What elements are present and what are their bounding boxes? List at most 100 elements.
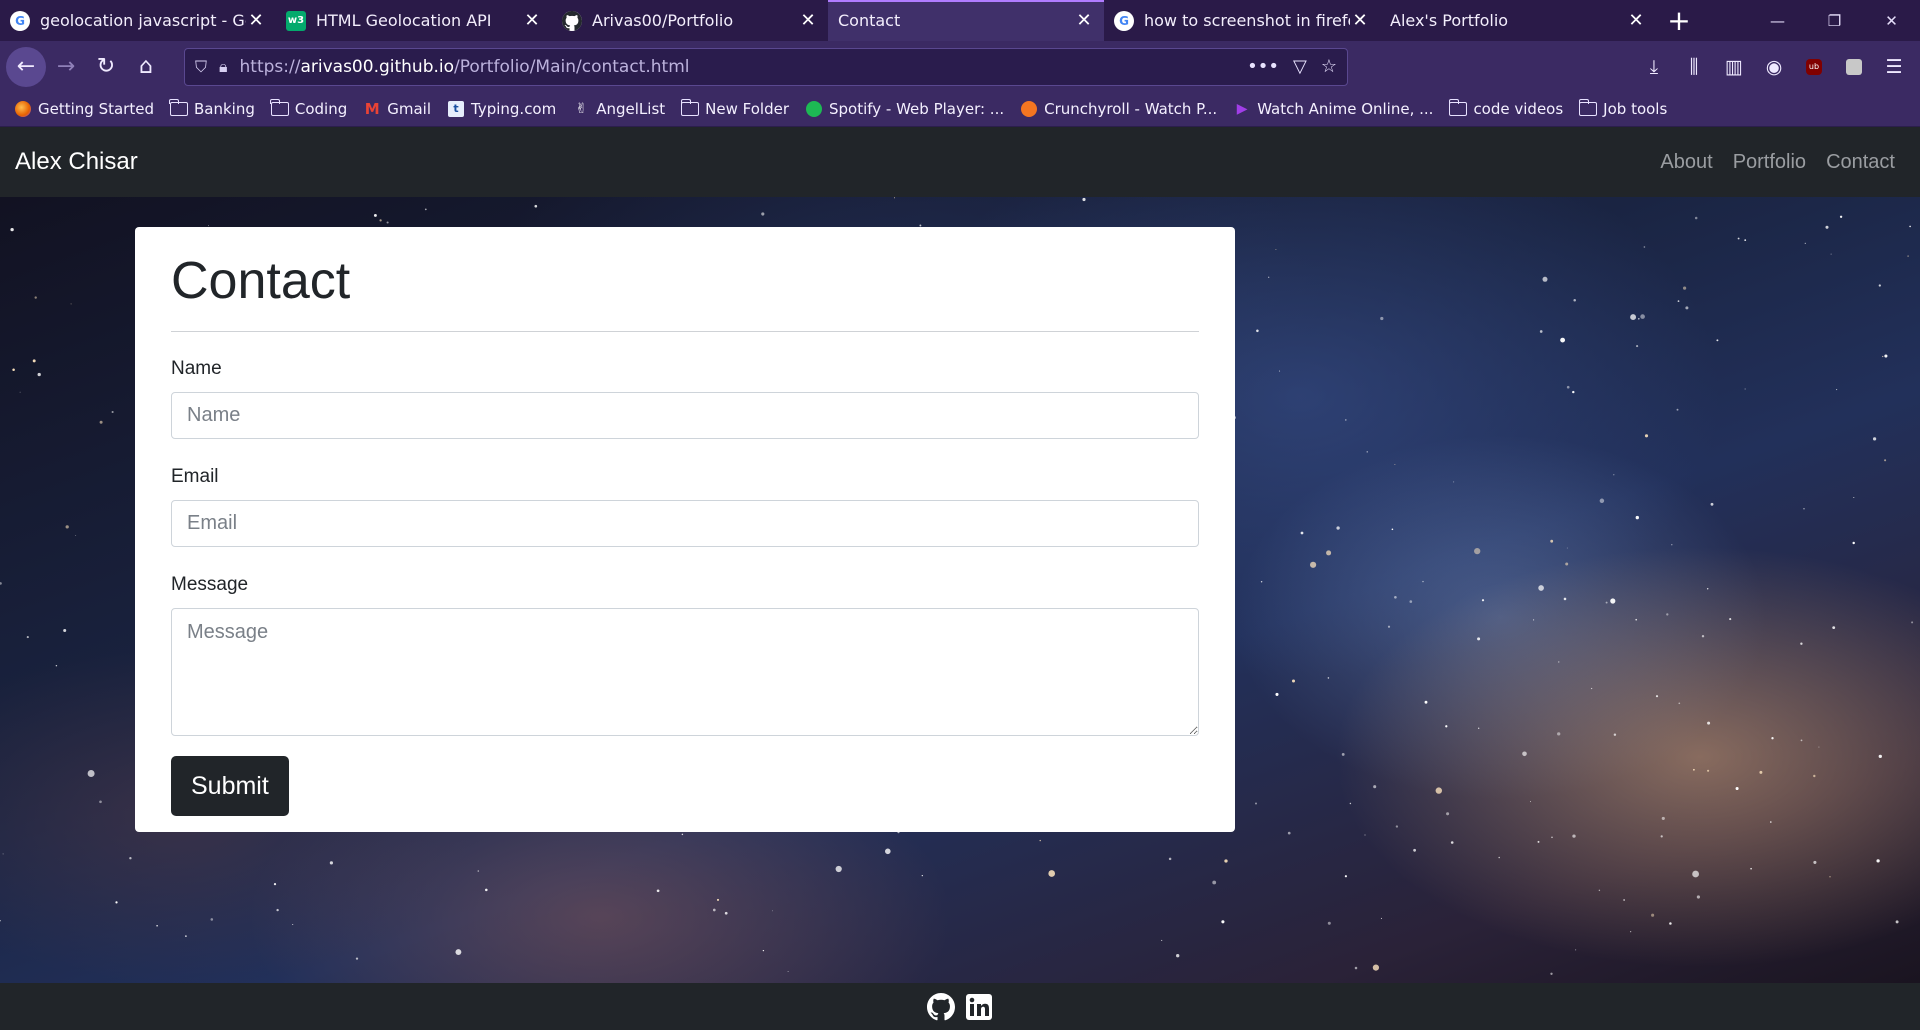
downloads-icon[interactable]: ⤓: [1634, 47, 1674, 87]
bookmark-getting-started[interactable]: Getting Started: [14, 100, 154, 118]
browser-tab-3-active[interactable]: Contact ✕: [828, 0, 1104, 41]
bookmark-spotify[interactable]: Spotify - Web Player: ...: [805, 100, 1004, 118]
menu-icon[interactable]: ☰: [1874, 47, 1914, 87]
star: [1341, 752, 1345, 756]
lock-icon[interactable]: 🔒︎: [219, 57, 228, 77]
browser-tab-2[interactable]: Arivas00/Portfolio ✕: [552, 0, 828, 41]
star: [1560, 337, 1566, 343]
browser-tab-1[interactable]: w3 HTML Geolocation API ✕: [276, 0, 552, 41]
url-scheme: https://: [239, 56, 301, 77]
browser-tab-0[interactable]: G geolocation javascript - Google Search…: [0, 0, 276, 41]
angellist-icon: ✌: [575, 101, 588, 117]
url-domain: arivas00.github.io: [300, 56, 455, 77]
nav-link-portfolio[interactable]: Portfolio: [1733, 151, 1806, 174]
star: [1394, 595, 1397, 599]
star: [1692, 870, 1700, 878]
close-icon[interactable]: ✕: [246, 10, 266, 31]
linkedin-icon[interactable]: [964, 992, 994, 1022]
star: [1683, 286, 1687, 290]
star: [1759, 770, 1763, 774]
sidebar-icon[interactable]: ▥: [1714, 47, 1754, 87]
star: [1409, 600, 1413, 603]
star: [1878, 754, 1882, 759]
crunchyroll-icon: [1020, 101, 1038, 117]
forward-arrow-icon[interactable]: →: [46, 47, 86, 87]
bookmark-label: Getting Started: [38, 100, 154, 118]
star: [1651, 913, 1655, 917]
star: [2, 853, 4, 855]
url-bar[interactable]: ⛉ 🔒︎ https://arivas00.github.io/Portfoli…: [184, 47, 1348, 86]
star: [1701, 634, 1705, 638]
star: [32, 359, 36, 363]
bookmark-job-tools[interactable]: Job tools: [1578, 99, 1667, 118]
star: [1909, 225, 1911, 228]
browser-tab-5[interactable]: Alex's Portfolio ✕: [1380, 0, 1656, 41]
star: [99, 420, 103, 424]
account-icon[interactable]: ◉: [1754, 47, 1794, 87]
reload-icon[interactable]: ↻: [86, 47, 126, 87]
star: [1275, 248, 1277, 251]
star: [1599, 498, 1605, 504]
star: [1813, 774, 1816, 778]
minimize-icon[interactable]: —: [1749, 0, 1806, 41]
star: [1744, 239, 1747, 241]
ublock-icon[interactable]: ub: [1794, 47, 1834, 87]
bookmark-new-folder[interactable]: New Folder: [680, 99, 789, 118]
bookmark-angellist[interactable]: ✌ AngelList: [572, 100, 665, 118]
star: [1380, 917, 1382, 919]
bookmark-banking[interactable]: Banking: [169, 99, 255, 118]
star: [1224, 859, 1228, 863]
site-navbar: Alex Chisar About Portfolio Contact: [0, 127, 1920, 197]
email-input[interactable]: [171, 500, 1199, 547]
close-icon[interactable]: ✕: [1074, 10, 1094, 31]
more-actions-icon[interactable]: •••: [1247, 56, 1279, 77]
back-arrow-icon[interactable]: ←: [6, 46, 46, 87]
close-window-icon[interactable]: ✕: [1863, 0, 1920, 41]
star: [1300, 531, 1304, 535]
github-icon[interactable]: [926, 992, 956, 1022]
bookmark-typing[interactable]: t Typing.com: [447, 100, 556, 118]
star: [1327, 677, 1330, 679]
bookmark-gmail[interactable]: M Gmail: [363, 100, 431, 118]
shield-icon[interactable]: ⛉: [195, 57, 207, 77]
star: [1336, 526, 1340, 530]
library-icon[interactable]: ⫼: [1674, 47, 1714, 87]
bookmark-star-icon[interactable]: ☆: [1321, 56, 1337, 77]
close-icon[interactable]: ✕: [522, 10, 542, 31]
folder-icon: [1448, 99, 1468, 117]
new-tab-button[interactable]: +: [1656, 0, 1702, 41]
star: [1565, 562, 1569, 566]
star: [1907, 255, 1909, 257]
home-icon[interactable]: ⌂: [126, 47, 166, 87]
star: [1643, 246, 1646, 248]
star: [1613, 474, 1615, 476]
star: [1372, 964, 1380, 971]
site-brand[interactable]: Alex Chisar: [15, 148, 138, 176]
star: [1168, 857, 1172, 861]
nav-link-contact[interactable]: Contact: [1826, 151, 1895, 174]
browser-tab-4[interactable]: G how to screenshot in firefox browser ✕: [1104, 0, 1380, 41]
star: [1813, 860, 1817, 864]
bookmark-coding[interactable]: Coding: [270, 99, 347, 118]
bookmark-watch-anime[interactable]: ▶ Watch Anime Online, ...: [1233, 100, 1434, 118]
restore-icon[interactable]: ❐: [1806, 0, 1863, 41]
message-textarea[interactable]: [171, 608, 1199, 736]
star: [921, 874, 923, 877]
submit-button[interactable]: Submit: [171, 756, 289, 816]
close-icon[interactable]: ✕: [1626, 10, 1646, 31]
star: [129, 857, 132, 860]
star: [1551, 836, 1553, 839]
star: [1364, 834, 1366, 836]
name-input[interactable]: [171, 392, 1199, 439]
bookmark-crunchyroll[interactable]: Crunchyroll - Watch P...: [1020, 100, 1217, 118]
extension-icon[interactable]: [1834, 47, 1874, 87]
bookmark-label: Spotify - Web Player: ...: [828, 100, 1005, 118]
bookmark-label: Gmail: [387, 100, 431, 118]
star: [1450, 841, 1454, 844]
bookmark-code-videos[interactable]: code videos: [1448, 99, 1563, 118]
star: [1413, 848, 1416, 852]
close-icon[interactable]: ✕: [1350, 10, 1370, 31]
pocket-icon[interactable]: ▽: [1293, 56, 1307, 77]
nav-link-about[interactable]: About: [1660, 151, 1712, 174]
close-icon[interactable]: ✕: [798, 10, 818, 31]
